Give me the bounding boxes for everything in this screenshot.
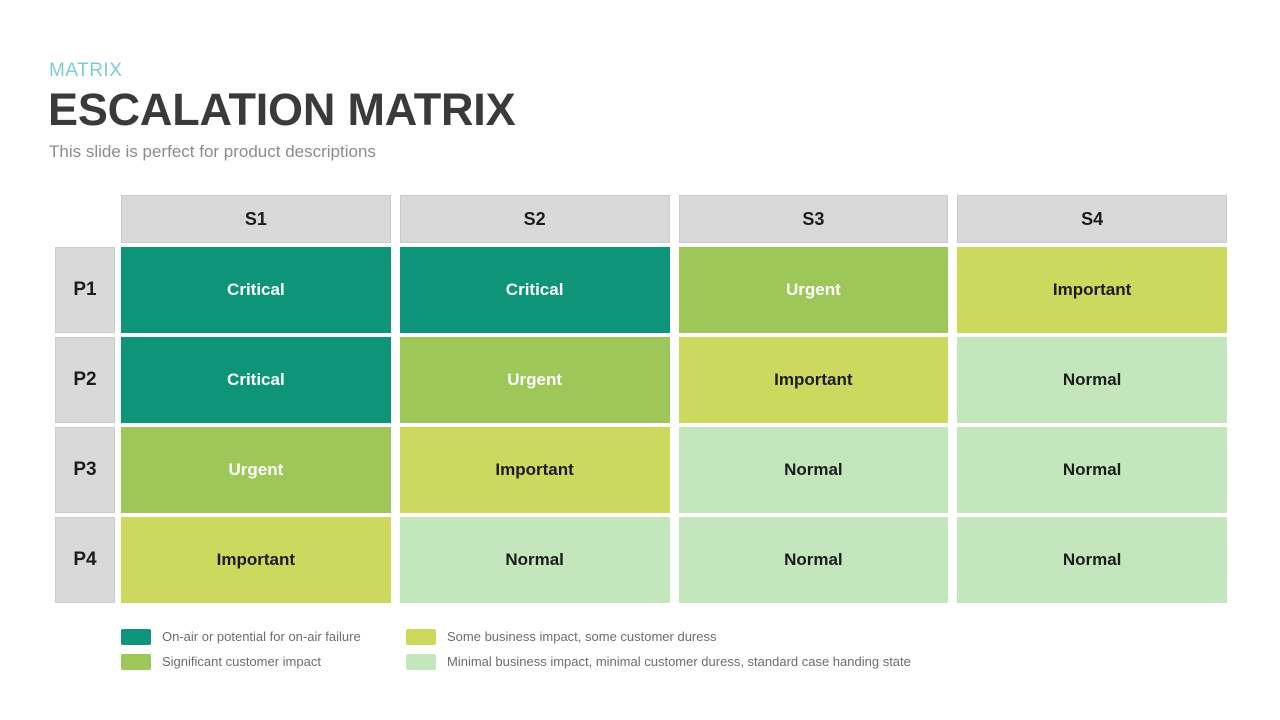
column-header-s1[interactable]: S1 (121, 195, 391, 243)
matrix-cell-p1-s3[interactable]: Urgent (678, 247, 949, 333)
matrix-cell-p1-s4[interactable]: Important (957, 247, 1227, 333)
legend-swatch-icon (121, 653, 151, 670)
matrix-cell-p3-s1[interactable]: Urgent (121, 427, 391, 513)
legend-swatch-icon (406, 628, 436, 645)
slide-canvas: MATRIX ESCALATION MATRIX This slide is p… (0, 0, 1280, 720)
matrix-cell-p2-s4[interactable]: Normal (957, 337, 1227, 423)
page-title: ESCALATION MATRIX (48, 84, 516, 135)
matrix-row-p3: P3 Urgent Important Normal Normal (55, 427, 1227, 513)
row-header-p1[interactable]: P1 (55, 247, 115, 333)
matrix-row-p1-cells: Critical Critical Urgent Important (121, 247, 1227, 333)
escalation-matrix: S1 S2 S3 S4 P1 Critical Critical Urgent … (55, 195, 1227, 603)
matrix-cell-p2-s1[interactable]: Critical (121, 337, 391, 423)
matrix-cell-p4-s4[interactable]: Normal (957, 517, 1227, 603)
legend-item-critical: On-air or potential for on-air failure (121, 628, 406, 645)
matrix-cell-p2-s2[interactable]: Urgent (399, 337, 670, 423)
legend-row-2: Significant customer impact Minimal busi… (121, 649, 1121, 674)
matrix-cell-p2-s3[interactable]: Important (678, 337, 949, 423)
legend: On-air or potential for on-air failure S… (121, 624, 1121, 674)
page-subtitle: This slide is perfect for product descri… (49, 142, 376, 161)
column-header-s3[interactable]: S3 (678, 195, 949, 243)
matrix-row-p3-cells: Urgent Important Normal Normal (121, 427, 1227, 513)
legend-swatch-icon (121, 628, 151, 645)
matrix-row-p4-cells: Important Normal Normal Normal (121, 517, 1227, 603)
matrix-cell-p1-s2[interactable]: Critical (399, 247, 670, 333)
row-header-p3[interactable]: P3 (55, 427, 115, 513)
matrix-cell-p3-s2[interactable]: Important (399, 427, 670, 513)
column-header-s2[interactable]: S2 (399, 195, 670, 243)
matrix-row-p4: P4 Important Normal Normal Normal (55, 517, 1227, 603)
matrix-cell-p3-s3[interactable]: Normal (678, 427, 949, 513)
legend-label: Significant customer impact (162, 654, 321, 669)
matrix-cell-p1-s1[interactable]: Critical (121, 247, 391, 333)
matrix-row-p1: P1 Critical Critical Urgent Important (55, 247, 1227, 333)
matrix-cell-p4-s3[interactable]: Normal (678, 517, 949, 603)
legend-label: Minimal business impact, minimal custome… (447, 654, 911, 669)
row-header-p4[interactable]: P4 (55, 517, 115, 603)
matrix-header-row: S1 S2 S3 S4 (55, 195, 1227, 243)
matrix-cell-p4-s1[interactable]: Important (121, 517, 391, 603)
matrix-row-p2: P2 Critical Urgent Important Normal (55, 337, 1227, 423)
column-header-s4[interactable]: S4 (957, 195, 1227, 243)
legend-swatch-icon (406, 653, 436, 670)
legend-label: Some business impact, some customer dure… (447, 629, 717, 644)
column-headers: S1 S2 S3 S4 (121, 195, 1227, 243)
legend-item-urgent: Significant customer impact (121, 653, 406, 670)
matrix-cell-p4-s2[interactable]: Normal (399, 517, 670, 603)
legend-label: On-air or potential for on-air failure (162, 629, 361, 644)
matrix-cell-p3-s4[interactable]: Normal (957, 427, 1227, 513)
row-header-p2[interactable]: P2 (55, 337, 115, 423)
legend-row-1: On-air or potential for on-air failure S… (121, 624, 1121, 649)
legend-item-important: Some business impact, some customer dure… (406, 628, 1121, 645)
legend-item-normal: Minimal business impact, minimal custome… (406, 653, 1121, 670)
matrix-row-p2-cells: Critical Urgent Important Normal (121, 337, 1227, 423)
matrix-corner-cell (55, 195, 115, 243)
eyebrow-label: MATRIX (49, 60, 123, 81)
